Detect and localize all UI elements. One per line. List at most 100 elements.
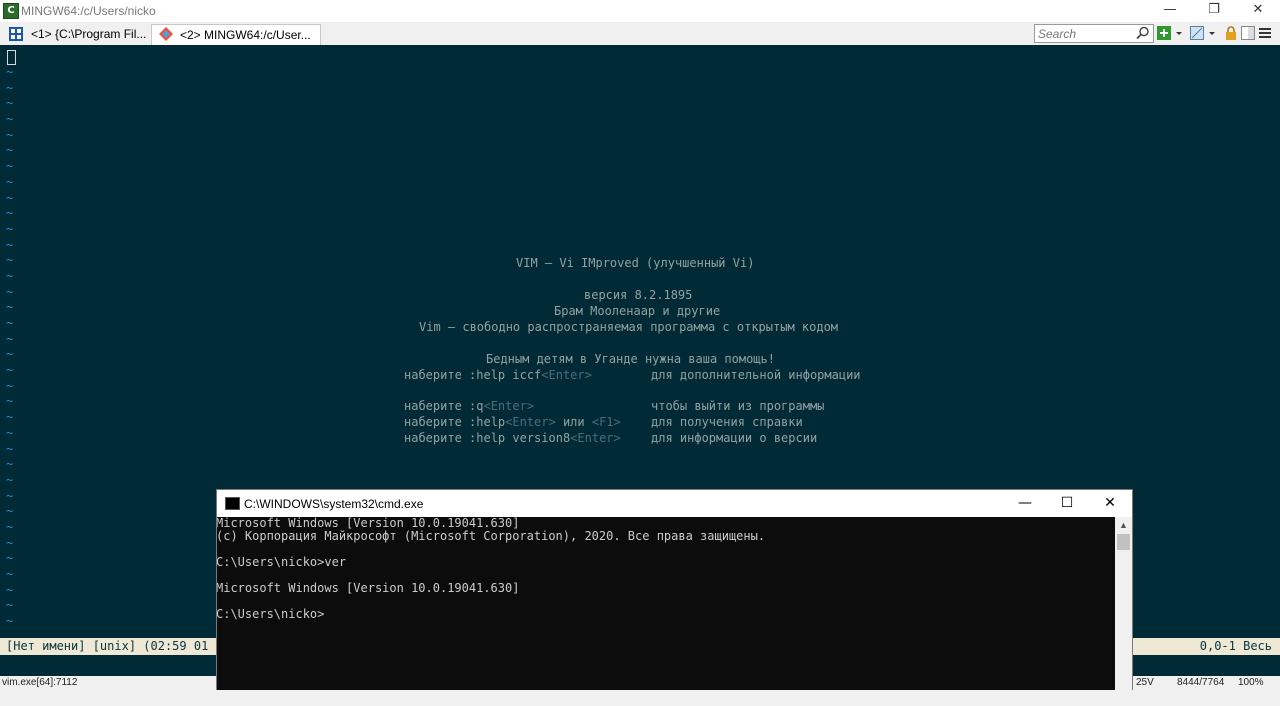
tilde-marker: ~ — [6, 174, 14, 189]
text-cursor — [7, 50, 16, 65]
git-bash-icon — [159, 27, 173, 41]
intro-uganda: Бедным детям в Уганде нужна ваша помощь! — [486, 352, 775, 366]
intro-iccf-desc: для дополнительной информации — [651, 368, 861, 382]
minimize-button[interactable]: — — [1148, 0, 1192, 22]
chevron-down-icon[interactable] — [1207, 26, 1217, 40]
buffer-position: 8444/7764 — [1177, 677, 1225, 688]
intro-license: Vim — свободно распространяемая программ… — [419, 320, 839, 334]
tilde-marker: ~ — [6, 614, 14, 629]
tilde-marker: ~ — [6, 504, 14, 519]
tilde-marker: ~ — [6, 363, 14, 378]
intro-quit-desc: чтобы выйти из программы — [651, 399, 825, 413]
zoom-level: 100% — [1238, 677, 1264, 688]
tilde-marker: ~ — [6, 425, 14, 440]
tilde-marker: ~ — [6, 253, 14, 268]
intro-help-line: наберите :help<Enter> или <F1> — [404, 414, 621, 430]
statusline-right: 0,0-1 Весь — [1199, 639, 1272, 653]
console-line: (c) Корпорация Майкрософт (Microsoft Cor… — [216, 529, 766, 543]
cmd-scrollbar[interactable]: ▲ — [1115, 517, 1132, 690]
tilde-marker: ~ — [6, 221, 14, 236]
app-title-bar: C MINGW64:/c/Users/nicko — ❐ ✕ — [0, 0, 1280, 22]
tilde-marker: ~ — [6, 112, 14, 127]
tilde-marker: ~ — [6, 535, 14, 550]
tilde-marker: ~ — [6, 143, 14, 158]
intro-version-desc: для информации о версии — [651, 431, 818, 445]
tilde-marker: ~ — [6, 127, 14, 142]
console-line: Microsoft Windows [Version 10.0.19041.63… — [216, 581, 520, 595]
help-or: или — [555, 415, 592, 429]
tab-bar: <1> {C:\Program Fil... <2> MINGW64:/c/Us… — [0, 22, 1280, 46]
tilde-marker: ~ — [6, 331, 14, 346]
tilde-marker: ~ — [6, 378, 14, 393]
intro-help-desc: для получения справки — [651, 415, 803, 429]
menu-icon[interactable] — [1258, 26, 1272, 40]
tilde-marker: ~ — [6, 598, 14, 613]
intro-version: версия 8.2.1895 — [584, 288, 693, 302]
empty-line-markers: ~ ~ ~ ~ ~ ~ ~ ~ ~ ~ ~ ~ ~ ~ ~ ~ ~ ~ ~ ~ ~ ~ ~ ~ ~ ~ ~ ~ ~ ~ ~ ~ ~ ~ ~ ~ — [6, 65, 13, 630]
tilde-marker: ~ — [6, 394, 14, 409]
tab-1[interactable]: <1> {C:\Program Fil... — [0, 24, 150, 45]
tilde-marker: ~ — [6, 472, 14, 487]
status-mid: 25V — [1136, 677, 1154, 688]
tab-2-label: <2> MINGW64:/c/User... — [180, 28, 311, 42]
help-key: <Enter> — [505, 415, 556, 429]
tilde-marker: ~ — [6, 284, 14, 299]
tilde-marker: ~ — [6, 96, 14, 111]
tab-2[interactable]: <2> MINGW64:/c/User... — [151, 24, 321, 46]
cmd-title-bar[interactable]: C:\WINDOWS\system32\cmd.exe — ☐ ✕ — [217, 490, 1132, 517]
tilde-marker: ~ — [6, 488, 14, 503]
tilde-marker: ~ — [6, 65, 14, 79]
cmd-minimize-button[interactable]: — — [1003, 490, 1047, 517]
window-title: MINGW64:/c/Users/nicko — [21, 4, 156, 18]
tilde-marker: ~ — [6, 582, 14, 597]
help-command: наберите :help — [404, 415, 506, 429]
intro-iccf-line: наберите :help iccf<Enter> — [404, 367, 592, 383]
new-console-icon[interactable] — [1157, 26, 1171, 40]
tilde-marker: ~ — [6, 190, 14, 205]
tilde-marker: ~ — [6, 551, 14, 566]
tilde-marker: ~ — [6, 347, 14, 362]
tilde-marker: ~ — [6, 316, 14, 330]
search-input[interactable] — [1038, 25, 1134, 42]
tilde-marker: ~ — [6, 159, 14, 174]
cmd-console-output[interactable]: Microsoft Windows [Version 10.0.19041.63… — [217, 517, 1115, 690]
console-line: C:\Users\nicko> — [216, 607, 325, 621]
tilde-marker: ~ — [6, 457, 14, 472]
tilde-marker: ~ — [6, 80, 14, 95]
conemu-app-icon: C — [3, 3, 19, 19]
cmd-window[interactable]: C:\WINDOWS\system32\cmd.exe — ☐ ✕ Micros… — [216, 489, 1133, 690]
intro-quit-line: наберите :q<Enter> — [404, 398, 534, 414]
cmd-window-title: C:\WINDOWS\system32\cmd.exe — [244, 497, 424, 511]
cmd-close-button[interactable]: ✕ — [1088, 490, 1132, 517]
console-line: C:\Users\nicko>ver — [216, 555, 347, 569]
chevron-down-icon[interactable] — [1174, 26, 1184, 40]
search-box[interactable] — [1034, 24, 1154, 43]
lock-icon[interactable] — [1224, 26, 1238, 40]
restore-button[interactable]: ❐ — [1192, 0, 1236, 22]
tilde-marker: ~ — [6, 268, 14, 283]
intro-title: VIM — Vi IMproved (улучшенный Vi) — [516, 256, 755, 270]
split-view-icon[interactable] — [1190, 26, 1204, 40]
close-button[interactable]: ✕ — [1236, 0, 1280, 22]
version-key: <Enter> — [570, 431, 621, 445]
iccf-key: <Enter> — [541, 368, 592, 382]
tilde-marker: ~ — [6, 441, 14, 456]
tilde-marker: ~ — [6, 410, 14, 425]
tilde-marker: ~ — [6, 519, 14, 534]
cmd-icon — [225, 497, 240, 510]
windows-console-icon — [9, 27, 23, 41]
search-icon[interactable] — [1136, 26, 1150, 40]
tilde-marker: ~ — [6, 567, 14, 581]
scroll-up-arrow-icon[interactable]: ▲ — [1115, 517, 1132, 533]
tilde-marker: ~ — [6, 206, 14, 221]
tilde-marker: ~ — [6, 300, 14, 315]
restore-panes-icon[interactable] — [1241, 26, 1255, 40]
process-info: vim.exe[64]:7112 — [2, 677, 78, 688]
tilde-marker: ~ — [6, 237, 14, 252]
cmd-maximize-button[interactable]: ☐ — [1045, 490, 1089, 517]
scroll-thumb[interactable] — [1117, 534, 1130, 550]
intro-author: Брам Мооленаар и другие — [554, 304, 721, 318]
intro-version-line: наберите :help version8<Enter> — [404, 430, 621, 446]
statusline-left: [Нет имени] [unix] (02:59 01 — [6, 639, 209, 653]
tab-1-label: <1> {C:\Program Fil... — [31, 27, 147, 41]
